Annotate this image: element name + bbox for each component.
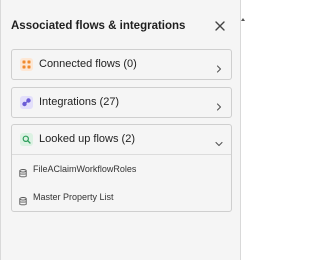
connected-flows-label: Connected flows (0) <box>39 58 137 70</box>
list-item-label: Master Property List <box>33 192 114 202</box>
integrations-card: Integrations (27) <box>11 87 232 118</box>
integrations-icon <box>20 96 33 109</box>
chevron-right-icon <box>215 60 223 73</box>
connected-flows-icon <box>20 58 33 71</box>
integrations-label: Integrations (27) <box>39 96 120 108</box>
database-icon <box>19 193 27 206</box>
panel-title: Associated flows & integrations <box>11 20 186 32</box>
panel-header: Associated flows & integrations <box>11 18 231 34</box>
chevron-down-icon <box>215 135 223 147</box>
chevron-right-icon <box>215 98 223 111</box>
lookup-flows-icon <box>20 133 33 146</box>
list-item[interactable]: FileAClaimWorkflowRoles <box>12 155 231 183</box>
database-icon <box>19 165 27 178</box>
looked-up-flows-row[interactable]: Looked up flows (2) <box>12 125 231 154</box>
integrations-row[interactable]: Integrations (27) <box>12 88 231 117</box>
connected-flows-row[interactable]: Connected flows (0) <box>12 50 231 79</box>
associated-flows-panel: Associated flows & integrations Connecte… <box>0 0 241 260</box>
looked-up-flows-card: Looked up flows (2) FileAClaimWorkflowRo… <box>11 124 232 212</box>
looked-up-flows-list: FileAClaimWorkflowRoles Master Property … <box>12 154 231 211</box>
connected-flows-card: Connected flows (0) <box>11 49 232 80</box>
close-icon[interactable] <box>213 19 227 33</box>
looked-up-flows-label: Looked up flows (2) <box>39 133 135 145</box>
list-item[interactable]: Master Property List <box>12 183 231 211</box>
scroll-up-icon[interactable] <box>241 10 245 21</box>
list-item-label: FileAClaimWorkflowRoles <box>33 164 137 174</box>
